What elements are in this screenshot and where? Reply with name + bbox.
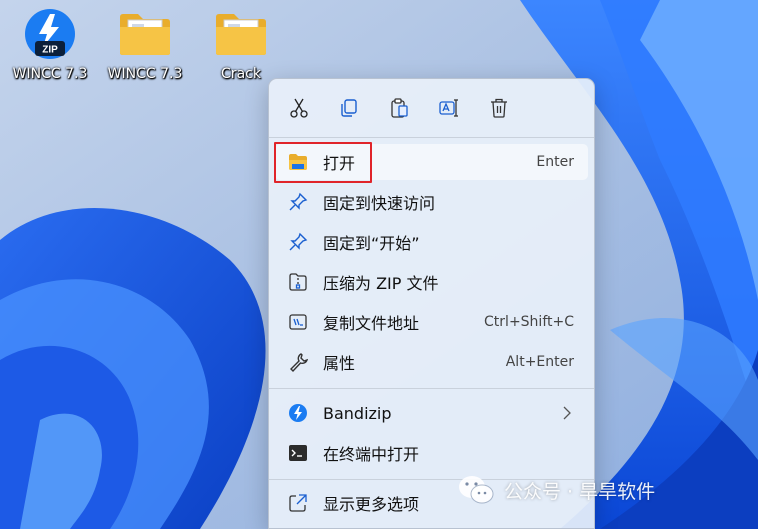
desktop-icon-wincc-folder[interactable]: WINCC 7.3	[97, 6, 193, 94]
rename-icon	[439, 99, 458, 117]
menu-separator	[269, 388, 594, 389]
menu-item-label: 固定到快速访问	[323, 194, 436, 213]
wechat-icon	[459, 476, 494, 504]
menu-item-label: 压缩为 ZIP 文件	[323, 274, 439, 293]
folder-icon	[120, 14, 170, 55]
rename-button[interactable]	[435, 94, 463, 122]
delete-button[interactable]	[485, 94, 513, 122]
folder-icon	[216, 14, 266, 55]
watermark: 公众号 · 旱旱软件	[458, 470, 655, 510]
cut-button[interactable]	[285, 94, 313, 122]
bandizip-icon	[287, 402, 309, 424]
paste-button[interactable]	[385, 94, 413, 122]
menu-item-bandizip[interactable]: Bandizip	[275, 395, 588, 431]
wrench-icon	[287, 351, 309, 373]
quick-action-bar	[269, 79, 594, 137]
zip-archive-icon: ZIP	[25, 9, 75, 59]
desktop-icon-label: WINCC 7.3	[12, 66, 88, 82]
menu-item-copy-path[interactable]: 复制文件地址 Ctrl+Shift+C	[275, 304, 588, 340]
pin-icon	[287, 191, 309, 213]
zip-folder-icon	[287, 271, 309, 293]
menu-item-pin-start[interactable]: 固定到“开始”	[275, 224, 588, 260]
menu-item-label: 固定到“开始”	[323, 234, 420, 253]
scissors-icon	[290, 98, 308, 118]
menu-item-compress-zip[interactable]: 压缩为 ZIP 文件	[275, 264, 588, 300]
menu-item-label: 在终端中打开	[323, 445, 420, 464]
menu-item-label: 属性	[323, 354, 356, 373]
copy-icon	[341, 99, 357, 117]
menu-item-label: 复制文件地址	[323, 314, 420, 333]
menu-separator	[269, 137, 594, 138]
trash-icon	[491, 98, 507, 118]
watermark-text: 公众号 · 旱旱软件	[504, 480, 656, 503]
pin-icon	[287, 231, 309, 253]
menu-item-label: Bandizip	[323, 403, 392, 423]
menu-item-shortcut: Alt+Enter	[505, 354, 574, 370]
terminal-icon	[287, 442, 309, 464]
path-icon	[287, 311, 309, 333]
menu-item-shortcut: Ctrl+Shift+C	[484, 314, 574, 330]
menu-item-pin-quick-access[interactable]: 固定到快速访问	[275, 184, 588, 220]
svg-text:ZIP: ZIP	[42, 45, 58, 56]
desktop-icon-label: Crack	[221, 66, 261, 82]
highlight-box	[274, 142, 372, 183]
copy-button[interactable]	[335, 94, 363, 122]
menu-item-open-terminal[interactable]: 在终端中打开	[275, 435, 588, 471]
menu-item-label: 显示更多选项	[323, 495, 420, 514]
clipboard-icon	[391, 98, 408, 118]
desktop-icon-wincc-zip[interactable]: ZIP WINCC 7.3	[2, 6, 98, 94]
more-options-icon	[287, 492, 309, 514]
chevron-right-icon	[563, 406, 571, 420]
menu-item-properties[interactable]: 属性 Alt+Enter	[275, 344, 588, 380]
desktop-icon-label: WINCC 7.3	[107, 66, 183, 82]
menu-item-shortcut: Enter	[536, 154, 574, 170]
